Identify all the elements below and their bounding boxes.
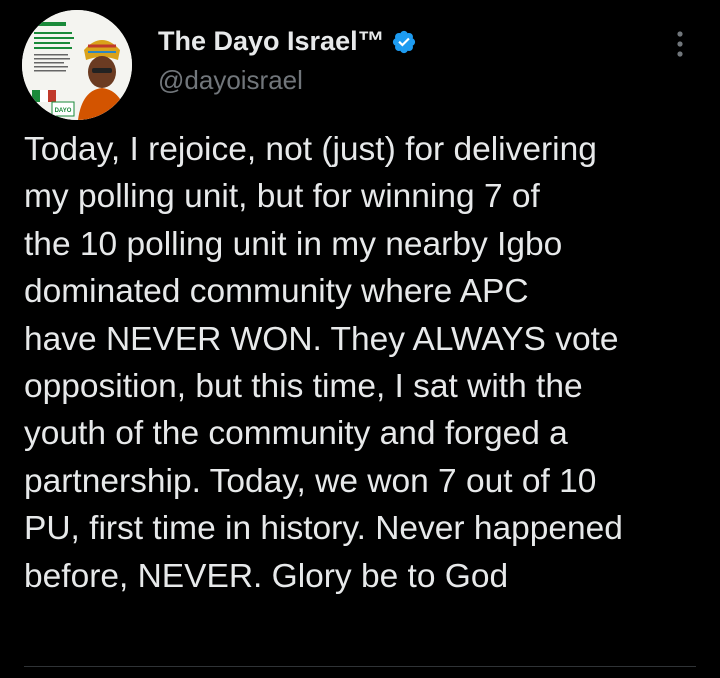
- author-handle[interactable]: @dayoisrael: [158, 65, 303, 96]
- divider: [24, 666, 696, 667]
- author-display-name[interactable]: The Dayo Israel™: [158, 26, 385, 57]
- tweet-text-line: Today, I rejoice, not (just) for deliver…: [24, 131, 597, 168]
- tweet-text-line: dominated community where APC: [24, 273, 529, 311]
- tweet-text: Today, I rejoice, not (just) for deliver…: [24, 126, 704, 600]
- author-name-row: The Dayo Israel™: [158, 26, 417, 57]
- tweet-text-line: my polling unit, but for winning 7 of: [24, 178, 540, 216]
- tweet-text-line: before, NEVER. Glory be to God: [24, 557, 509, 595]
- tweet-text-line: the 10 polling unit in my nearby Igbo: [24, 225, 563, 263]
- avatar-logo-text: DAYO: [55, 108, 72, 114]
- verified-badge-icon: [392, 30, 415, 53]
- avatar-image: DAYO: [22, 10, 132, 120]
- tweet-text-line: youth of the community and forged a: [24, 415, 568, 453]
- tweet-text-line: partnership. Today, we won 7 out of 10: [24, 462, 597, 500]
- tweet-text-line: PU, first time in history. Never happene…: [24, 510, 623, 548]
- tweet-text-line: opposition, but this time, I sat with th…: [24, 368, 583, 406]
- more-vertical-icon[interactable]: [666, 28, 694, 60]
- tweet-text-line: have NEVER WON. They ALWAYS vote: [24, 320, 619, 358]
- avatar[interactable]: DAYO: [22, 10, 132, 120]
